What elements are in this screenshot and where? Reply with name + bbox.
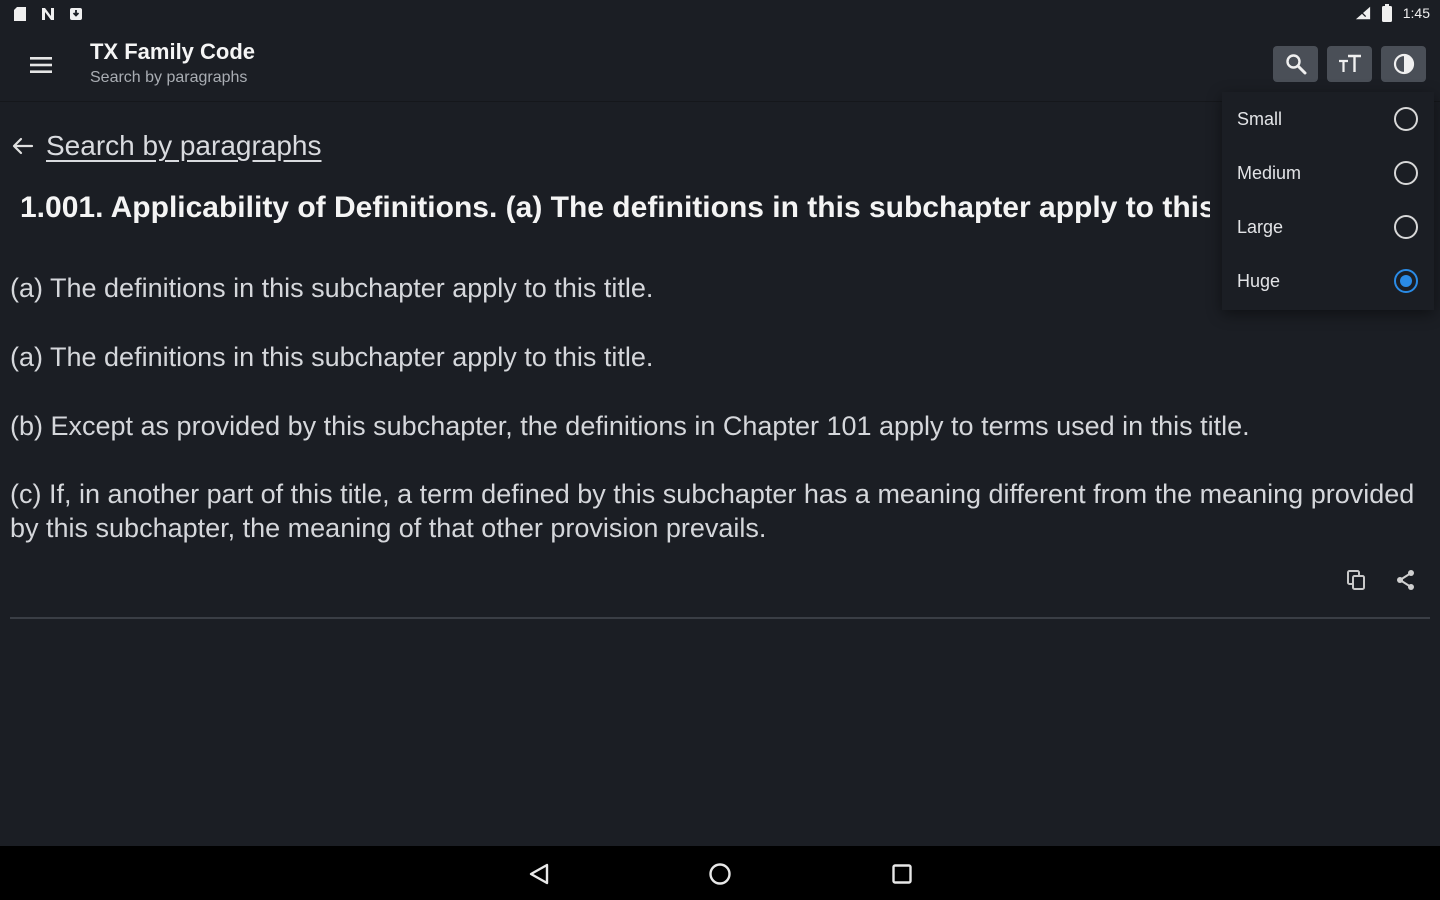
- back-link[interactable]: Search by paragraphs: [12, 130, 322, 162]
- option-label: Huge: [1237, 270, 1281, 291]
- arrow-left-icon: [12, 137, 34, 155]
- copy-button[interactable]: [1342, 566, 1370, 594]
- status-left-icons: [12, 6, 84, 22]
- share-icon: [1397, 570, 1414, 590]
- paragraph: (b) Except as provided by this subchapte…: [10, 411, 1250, 441]
- search-button[interactable]: [1273, 46, 1318, 82]
- home-button[interactable]: [704, 858, 736, 890]
- nav-recents-icon: [892, 864, 912, 884]
- sd-card-icon: [12, 6, 28, 22]
- option-label: Large: [1237, 216, 1284, 237]
- option-label: Medium: [1237, 162, 1302, 183]
- text-size-option-huge[interactable]: Huge: [1222, 254, 1434, 308]
- download-icon: [68, 6, 84, 22]
- paragraph: (a) The definitions in this subchapter a…: [10, 273, 654, 303]
- back-link-label: Search by paragraphs: [46, 130, 322, 161]
- app-title: TX Family Code: [90, 39, 256, 64]
- text-size-option-small[interactable]: Small: [1222, 92, 1434, 146]
- paragraph: (a) The definitions in this subchapter a…: [10, 342, 654, 372]
- nav-home-icon: [709, 863, 731, 885]
- radio-button[interactable]: [1394, 107, 1418, 131]
- hamburger-icon: [30, 57, 52, 73]
- search-icon: [1285, 54, 1306, 75]
- status-time: 1:45: [1402, 5, 1430, 21]
- status-bar: 1:45: [0, 0, 1440, 28]
- option-label: Small: [1237, 108, 1283, 129]
- radio-button[interactable]: [1394, 161, 1418, 185]
- navigation-bar: [0, 846, 1440, 900]
- text-size-button[interactable]: [1327, 46, 1372, 82]
- n-icon: [40, 6, 56, 22]
- contrast-button[interactable]: [1381, 46, 1426, 82]
- divider: [10, 617, 1430, 619]
- back-button[interactable]: [523, 858, 555, 890]
- recents-button[interactable]: [886, 858, 918, 890]
- radio-button-selected[interactable]: [1394, 269, 1418, 293]
- section-title: 1.001. Applicability of Definitions. (a)…: [20, 191, 1210, 224]
- status-right: 1:45: [1355, 4, 1430, 22]
- nav-back-icon: [529, 863, 549, 885]
- copy-icon: [1347, 570, 1365, 590]
- paragraph-actions: [1342, 566, 1420, 594]
- app-bar: TX Family Code Search by paragraphs: [0, 28, 1440, 102]
- menu-button[interactable]: [24, 48, 58, 82]
- paragraph: (c) If, in another part of this title, a…: [10, 479, 1415, 543]
- share-button[interactable]: [1392, 566, 1420, 594]
- app-subtitle: Search by paragraphs: [90, 69, 248, 86]
- toolbar-actions: [1273, 46, 1426, 82]
- text-size-icon: [1338, 54, 1361, 72]
- radio-button[interactable]: [1394, 215, 1418, 239]
- battery-icon: [1379, 4, 1395, 22]
- signal-icon: [1355, 5, 1371, 21]
- text-size-option-medium[interactable]: Medium: [1222, 146, 1434, 200]
- text-size-menu: Small Medium Large Huge: [1222, 92, 1434, 310]
- text-size-option-large[interactable]: Large: [1222, 200, 1434, 254]
- contrast-icon: [1393, 53, 1414, 75]
